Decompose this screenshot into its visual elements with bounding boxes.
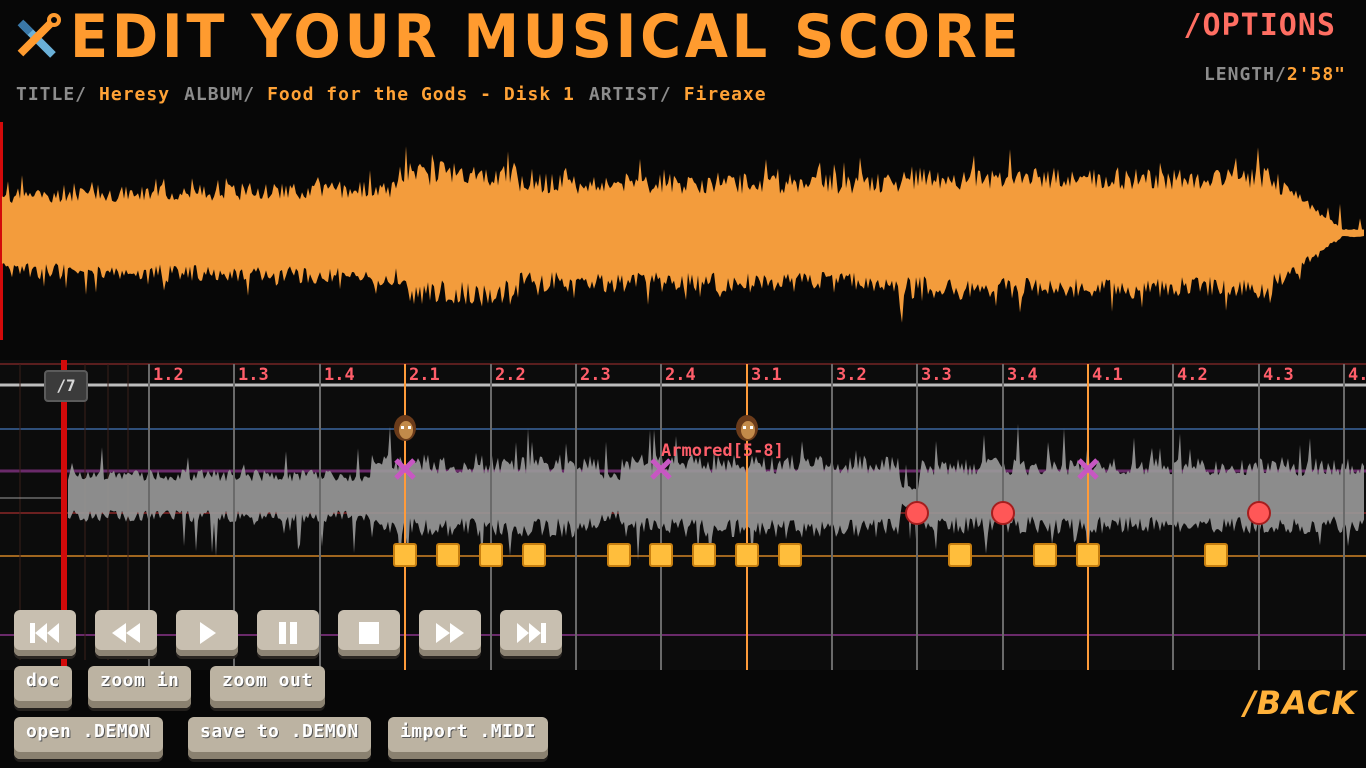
play-button[interactable] xyxy=(176,610,238,656)
note-square xyxy=(735,543,759,567)
pause-button[interactable] xyxy=(257,610,319,656)
event-label: Armored[5-8] xyxy=(661,441,784,461)
song-length: LENGTH/2'58" xyxy=(1204,64,1346,85)
pause-icon xyxy=(279,622,297,644)
song-album: Food for the Gods - Disk 1 xyxy=(267,84,575,105)
beat-label: 1.2 xyxy=(153,365,184,385)
song-title: Heresy xyxy=(99,84,171,105)
demon-head-icon xyxy=(394,415,416,441)
title-key: TITLE/ xyxy=(16,84,88,105)
beat-label: 4.2 xyxy=(1177,365,1208,385)
demon-head-icon xyxy=(736,415,758,441)
note-circle xyxy=(991,501,1015,525)
song-info: TITLE/Heresy ALBUM/Food for the Gods - Di… xyxy=(16,84,781,105)
rewind-icon xyxy=(112,623,140,643)
skip-to-start-icon xyxy=(30,623,59,643)
play-icon xyxy=(200,622,216,644)
timeline-marker-chip[interactable]: /7 xyxy=(44,370,88,402)
note-square xyxy=(1204,543,1228,567)
beat-label: 3.3 xyxy=(921,365,952,385)
note-square xyxy=(479,543,503,567)
waveform-overview[interactable] xyxy=(0,122,1366,340)
note-square xyxy=(1033,543,1057,567)
length-value: 2'58" xyxy=(1286,64,1346,85)
page-title: EDIT YOUR MUSICAL SCORE xyxy=(70,2,1023,72)
note-circle xyxy=(905,501,929,525)
note-square xyxy=(948,543,972,567)
beat-label: 4. xyxy=(1348,365,1366,385)
beat-label: 4.1 xyxy=(1092,365,1123,385)
save-demon-button[interactable]: save to .DEMON xyxy=(188,717,371,759)
import-midi-button[interactable]: import .MIDI xyxy=(388,717,549,759)
note-square xyxy=(393,543,417,567)
skip-to-end-button[interactable] xyxy=(500,610,562,656)
zoom-out-button[interactable]: zoom out xyxy=(210,666,325,708)
beat-label: 2.3 xyxy=(580,365,611,385)
options-link[interactable]: /OPTIONS xyxy=(1184,8,1337,43)
skip-to-end-icon xyxy=(517,623,546,643)
note-square xyxy=(778,543,802,567)
rewind-button[interactable] xyxy=(95,610,157,656)
open-demon-button[interactable]: open .DEMON xyxy=(14,717,163,759)
stop-icon xyxy=(359,622,379,644)
artist-key: ARTIST/ xyxy=(588,84,672,105)
beat-label: 1.3 xyxy=(238,365,269,385)
stop-button[interactable] xyxy=(338,610,400,656)
note-square xyxy=(692,543,716,567)
beat-label: 3.4 xyxy=(1007,365,1038,385)
length-key: LENGTH/ xyxy=(1203,64,1287,85)
song-artist: Fireaxe xyxy=(683,84,767,105)
note-square xyxy=(1076,543,1100,567)
wrench-icon xyxy=(17,13,61,58)
note-square xyxy=(522,543,546,567)
fast-forward-button[interactable] xyxy=(419,610,481,656)
beat-label: 2.2 xyxy=(495,365,526,385)
note-circle xyxy=(1247,501,1271,525)
back-link[interactable]: /BACK xyxy=(1244,684,1357,722)
beat-label: 2.1 xyxy=(409,365,440,385)
zoom-in-button[interactable]: zoom in xyxy=(88,666,192,708)
beat-label: 3.1 xyxy=(751,365,782,385)
beat-label: 1.4 xyxy=(324,365,355,385)
album-key: ALBUM/ xyxy=(184,84,256,105)
overview-waveform-shape xyxy=(2,146,1364,323)
beat-label: 3.2 xyxy=(836,365,867,385)
beat-label: 4.3 xyxy=(1263,365,1294,385)
note-square xyxy=(607,543,631,567)
note-square xyxy=(649,543,673,567)
note-square xyxy=(436,543,460,567)
fast-forward-icon xyxy=(436,623,464,643)
beat-label: 2.4 xyxy=(665,365,696,385)
doc-button[interactable]: doc xyxy=(14,666,73,708)
skip-to-start-button[interactable] xyxy=(14,610,76,656)
